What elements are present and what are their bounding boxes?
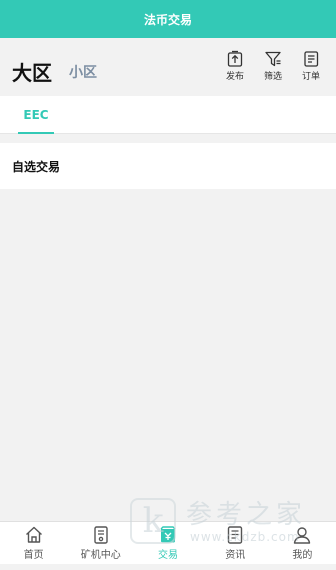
nav-label-trade: 交易 xyxy=(158,550,178,561)
nav-item-trade[interactable]: 交易 xyxy=(134,522,201,564)
nav-item-news[interactable]: 资讯 xyxy=(202,522,269,564)
nav-item-home[interactable]: 首页 xyxy=(0,522,67,564)
user-icon xyxy=(294,527,311,544)
tab-active-indicator xyxy=(18,132,54,134)
publish-button[interactable]: 发布 xyxy=(222,50,248,82)
filter-icon xyxy=(265,51,281,67)
miner-icon xyxy=(94,526,108,544)
bottom-nav: 首页 矿机中心 交易 资讯 我的 xyxy=(0,521,336,564)
news-icon xyxy=(228,526,243,544)
section-title: 自选交易 xyxy=(12,159,61,174)
region-tab-big[interactable]: 大区 xyxy=(12,57,52,86)
region-bar: 大区 小区 发布 筛选 订单 xyxy=(0,38,336,96)
bottom-strip xyxy=(0,564,336,570)
page-title: 法币交易 xyxy=(143,12,192,27)
filter-button[interactable]: 筛选 xyxy=(260,50,286,82)
currency-tabs: EEC xyxy=(0,96,336,134)
nav-label-mine: 我的 xyxy=(292,550,313,561)
publish-icon xyxy=(227,50,243,67)
nav-label-home: 首页 xyxy=(23,550,44,561)
nav-item-mine[interactable]: 我的 xyxy=(269,522,336,564)
nav-label-miner: 矿机中心 xyxy=(80,550,121,561)
nav-item-miner[interactable]: 矿机中心 xyxy=(67,522,134,564)
nav-label-news: 资讯 xyxy=(225,550,246,561)
order-icon xyxy=(304,51,319,67)
filter-label: 筛选 xyxy=(263,72,282,82)
tab-eec[interactable]: EEC xyxy=(18,96,54,134)
order-label: 订单 xyxy=(301,72,320,82)
order-button[interactable]: 订单 xyxy=(298,50,324,82)
home-icon xyxy=(25,526,42,543)
section-optional-trade: 自选交易 xyxy=(0,143,336,189)
app-header: 法币交易 xyxy=(0,0,336,38)
tab-eec-label: EEC xyxy=(23,108,49,122)
trade-icon xyxy=(160,526,176,543)
region-tab-small[interactable]: 小区 xyxy=(69,62,97,82)
publish-label: 发布 xyxy=(225,72,244,82)
